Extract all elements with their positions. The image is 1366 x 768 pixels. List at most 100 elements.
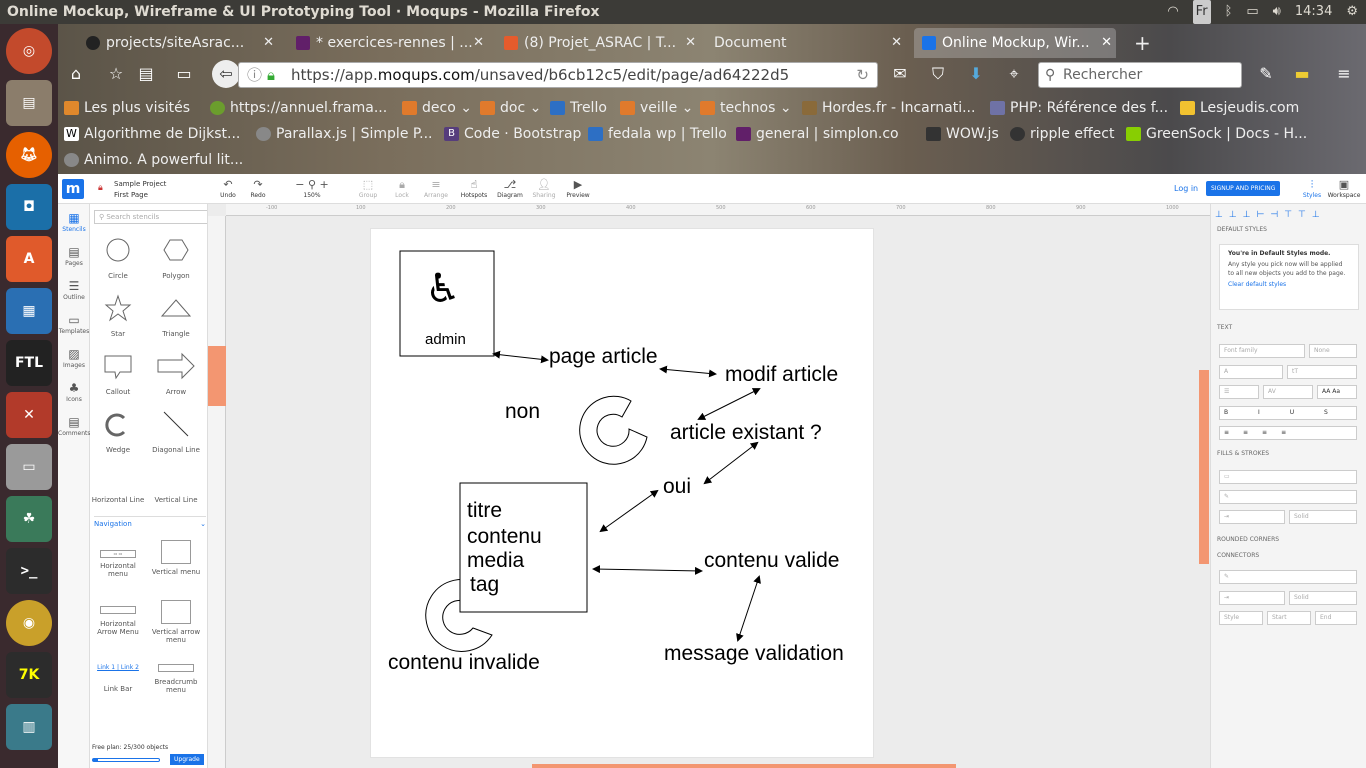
diagram-button[interactable]: ⎇ Diagram — [492, 178, 528, 199]
7zip-icon[interactable]: 7K — [6, 652, 52, 698]
lock-button[interactable]: 🔒︎ Lock — [384, 178, 420, 199]
bookmark-item[interactable]: Trello — [548, 97, 607, 119]
stencil-horizontal-arrow-menu[interactable]: Horizontal Arrow Menu — [90, 604, 146, 660]
stencil-horizontal-line[interactable]: Horizontal Line — [90, 496, 146, 516]
label-contenu-invalide[interactable]: contenu invalide — [388, 651, 540, 675]
bookmark-item[interactable]: Les plus visités — [62, 97, 190, 119]
sharing-button[interactable]: 👤︎ Sharing — [526, 178, 562, 199]
upgrade-button[interactable]: Upgrade — [170, 754, 204, 765]
project-name[interactable]: Sample Project — [114, 180, 166, 188]
stroke-style-select[interactable]: Solid — [1289, 510, 1357, 524]
reader-icon[interactable]: ▤ — [134, 62, 158, 86]
close-icon[interactable]: ✕ — [263, 28, 274, 58]
reload-icon[interactable]: ↻ — [856, 63, 869, 87]
disk-icon[interactable]: ▭ — [6, 444, 52, 490]
label-modif-article[interactable]: modif article — [725, 363, 838, 387]
stencil-breadcrumb-menu[interactable]: Breadcrumb menu — [148, 662, 204, 712]
navigation-section-header[interactable]: Navigation ⌄ — [94, 516, 206, 528]
tab-document[interactable]: Document ✕ — [688, 28, 908, 58]
stencil-star[interactable]: Star — [90, 290, 146, 346]
ubuntu-dash-icon[interactable]: ◎ — [6, 28, 52, 74]
download-icon[interactable]: ⬇ — [964, 62, 988, 86]
rail-comments[interactable]: ▤ Comments — [58, 414, 91, 437]
fill-color-picker[interactable]: ▭ — [1219, 470, 1357, 484]
login-link[interactable]: Log in — [1174, 184, 1198, 193]
stencil-vertical-menu[interactable]: Vertical menu — [148, 538, 204, 600]
stencil-polygon[interactable]: Polygon — [148, 232, 204, 288]
stencil-diagonal-line[interactable]: Diagonal Line — [148, 406, 204, 462]
zoom-control[interactable]: − ⚲ +150% — [294, 178, 330, 199]
font-color-picker[interactable]: A — [1219, 365, 1283, 379]
bookmark-extension-icon[interactable]: ▬ — [1290, 62, 1314, 86]
bookmark-folder[interactable]: doc ⌄ — [478, 97, 541, 119]
menu-icon[interactable]: ≡ — [1332, 62, 1356, 86]
connector-existant-oui[interactable] — [703, 441, 759, 485]
bookmark-item[interactable]: Animo. A powerful lit... — [62, 149, 243, 171]
connector-admin-page[interactable] — [492, 350, 549, 364]
orb-icon[interactable]: ◉ — [6, 600, 52, 646]
stencil-arrow[interactable]: Arrow — [148, 348, 204, 404]
bookmark-folder[interactable]: veille ⌄ — [618, 97, 693, 119]
label-admin[interactable]: admin — [425, 331, 466, 348]
bluetooth-icon[interactable]: ᛒ — [1225, 0, 1233, 24]
rail-pages[interactable]: ▤ Pages — [58, 244, 90, 267]
stencil-wedge[interactable]: Wedge — [90, 406, 146, 462]
label-oui[interactable]: oui — [663, 475, 691, 499]
label-contenu-valide[interactable]: contenu valide — [704, 549, 839, 573]
label-message-validation[interactable]: message validation — [664, 642, 844, 666]
wifi-icon[interactable]: ◠ — [1167, 0, 1178, 24]
label-tag[interactable]: tag — [470, 573, 499, 597]
moqups-logo[interactable]: m — [62, 179, 84, 199]
connector-start-select[interactable]: Start — [1267, 611, 1311, 625]
star-icon[interactable]: ☆ — [104, 62, 128, 86]
url-bar[interactable]: ⓘ 🔒︎ https://app.moqups.com/unsaved/b6cb… — [238, 62, 878, 88]
bookmark-item[interactable]: W Algorithme de Dijkst... — [62, 123, 240, 145]
firefox-icon[interactable]: 🦊︎ — [6, 132, 52, 178]
label-non[interactable]: non — [505, 400, 540, 424]
app-icon[interactable]: ◘ — [6, 184, 52, 230]
bookmark-item[interactable]: Hordes.fr - Incarnati... — [800, 97, 975, 119]
stroke-color-picker[interactable]: ✎ — [1219, 490, 1357, 504]
stencil-vertical-line[interactable]: Vertical Line — [148, 496, 204, 516]
bookmark-item[interactable]: WOW.js — [924, 123, 999, 145]
rail-outline[interactable]: ☰ Outline — [58, 278, 90, 301]
signup-button[interactable]: SIGNUP AND PRICING — [1206, 181, 1281, 196]
settings-icon[interactable]: ✕ — [6, 392, 52, 438]
bookmark-item[interactable]: PHP: Référence des f... — [988, 97, 1168, 119]
panel-scroll-handle[interactable] — [1199, 370, 1209, 564]
close-icon[interactable]: ✕ — [891, 28, 902, 58]
label-media[interactable]: media — [467, 549, 524, 573]
tab-slack[interactable]: * exercices-rennes | ... ✕ — [288, 28, 488, 58]
connector-end-select[interactable]: End — [1315, 611, 1357, 625]
tab-github[interactable]: projects/siteAsrac... ✕ — [78, 28, 278, 58]
font-weight-select[interactable]: None — [1309, 344, 1357, 358]
group-button[interactable]: ⬚ Group — [350, 178, 386, 199]
info-icon[interactable]: ⓘ — [247, 63, 262, 87]
stencil-circle[interactable]: Circle — [90, 232, 146, 288]
search-input[interactable]: ⚲ Rechercher — [1038, 62, 1242, 88]
volume-icon[interactable]: 🔊︎ — [1273, 0, 1281, 24]
pocket-icon[interactable]: ⛉ — [926, 62, 950, 86]
new-tab-button[interactable]: + — [1128, 28, 1158, 58]
connector-page-modif[interactable] — [659, 365, 717, 378]
arrange-button[interactable]: ≡ Arrange — [418, 178, 454, 199]
clock[interactable]: 14:34 — [1295, 0, 1332, 24]
rail-images[interactable]: ▨ Images — [58, 346, 90, 369]
close-icon[interactable]: ✕ — [1101, 28, 1112, 58]
stencil-vertical-arrow-menu[interactable]: Vertical arrow menu — [148, 598, 204, 660]
connector-valide-message[interactable] — [736, 575, 761, 642]
scroll-highlight[interactable] — [532, 764, 956, 768]
rail-icons[interactable]: ♣ Icons — [58, 380, 90, 403]
writer-icon[interactable]: ▦ — [6, 288, 52, 334]
label-article-existant[interactable]: article existant ? — [670, 421, 822, 445]
page-name[interactable]: First Page — [114, 191, 148, 199]
ftl-icon[interactable]: FTL — [6, 340, 52, 386]
bookmark-item[interactable]: fedala wp | Trello — [586, 123, 727, 145]
terminal-icon[interactable]: >_ — [6, 548, 52, 594]
connector-color-picker[interactable]: ✎ — [1219, 570, 1357, 584]
connector-type-select[interactable]: Style — [1219, 611, 1263, 625]
bookmark-item[interactable]: GreenSock | Docs - H... — [1124, 123, 1307, 145]
stencil-search-input[interactable]: ⚲ Search stencils — [94, 210, 207, 224]
text-format-buttons[interactable]: B I U S — [1219, 406, 1357, 420]
back-button[interactable]: ⇦ — [212, 60, 240, 88]
